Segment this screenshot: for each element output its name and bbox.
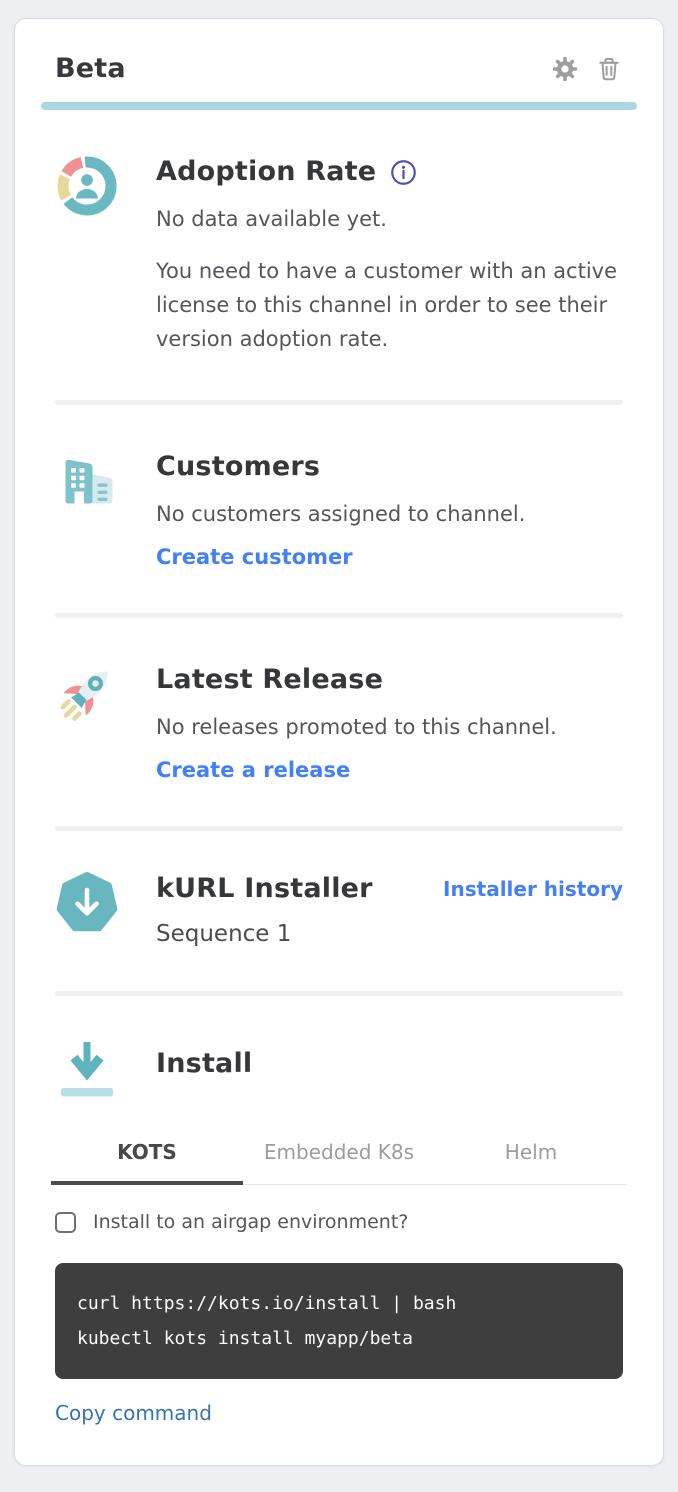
settings-gear-icon[interactable] bbox=[551, 55, 579, 83]
tab-embedded-k8s[interactable]: Embedded K8s bbox=[243, 1128, 435, 1184]
adoption-help-text: You need to have a customer with an acti… bbox=[156, 254, 618, 356]
copy-command-link[interactable]: Copy command bbox=[55, 1401, 212, 1425]
installer-history-link[interactable]: Installer history bbox=[443, 877, 623, 901]
info-icon[interactable] bbox=[390, 159, 417, 186]
header-actions bbox=[551, 55, 623, 83]
latest-release-title: Latest Release bbox=[156, 662, 623, 698]
install-command-block: curl https://kots.io/install | bash kube… bbox=[55, 1263, 623, 1379]
customers-title: Customers bbox=[156, 449, 623, 485]
latest-release-empty-text: No releases promoted to this channel. bbox=[156, 710, 623, 744]
command-line: curl https://kots.io/install | bash bbox=[77, 1286, 601, 1321]
tab-helm[interactable]: Helm bbox=[435, 1128, 627, 1184]
adoption-rate-title: Adoption Rate bbox=[156, 154, 376, 190]
airgap-checkbox[interactable] bbox=[55, 1212, 76, 1233]
channel-title: Beta bbox=[55, 53, 126, 84]
card-header: Beta bbox=[41, 53, 637, 84]
command-line: kubectl kots install myapp/beta bbox=[77, 1321, 601, 1356]
channel-accent-bar bbox=[41, 102, 637, 110]
adoption-donut-icon bbox=[55, 154, 119, 356]
tab-kots[interactable]: KOTS bbox=[51, 1128, 243, 1184]
kurl-installer-title: kURL Installer bbox=[156, 871, 373, 907]
customers-empty-text: No customers assigned to channel. bbox=[156, 497, 623, 531]
install-title: Install bbox=[156, 1046, 252, 1082]
buildings-icon bbox=[55, 449, 119, 569]
adoption-rate-section: Adoption Rate No data available yet. You… bbox=[41, 110, 637, 400]
installer-sequence: Sequence 1 bbox=[156, 921, 623, 947]
airgap-label: Install to an airgap environment? bbox=[93, 1211, 408, 1233]
airgap-option-row: Install to an airgap environment? bbox=[55, 1211, 623, 1233]
channel-card: Beta bbox=[14, 18, 664, 1466]
delete-trash-icon[interactable] bbox=[595, 55, 623, 83]
kurl-installer-section: kURL Installer Installer history Sequenc… bbox=[41, 831, 637, 991]
create-release-link[interactable]: Create a release bbox=[156, 758, 350, 782]
rocket-icon bbox=[55, 662, 119, 782]
install-tabs: KOTS Embedded K8s Helm bbox=[51, 1128, 627, 1185]
adoption-empty-text: No data available yet. bbox=[156, 202, 623, 236]
heptagon-download-icon bbox=[55, 871, 119, 947]
create-customer-link[interactable]: Create customer bbox=[156, 545, 353, 569]
install-section-header: Install bbox=[41, 996, 637, 1114]
download-arrow-icon bbox=[55, 1036, 119, 1100]
latest-release-section: Latest Release No releases promoted to t… bbox=[41, 618, 637, 826]
customers-section: Customers No customers assigned to chann… bbox=[41, 405, 637, 613]
